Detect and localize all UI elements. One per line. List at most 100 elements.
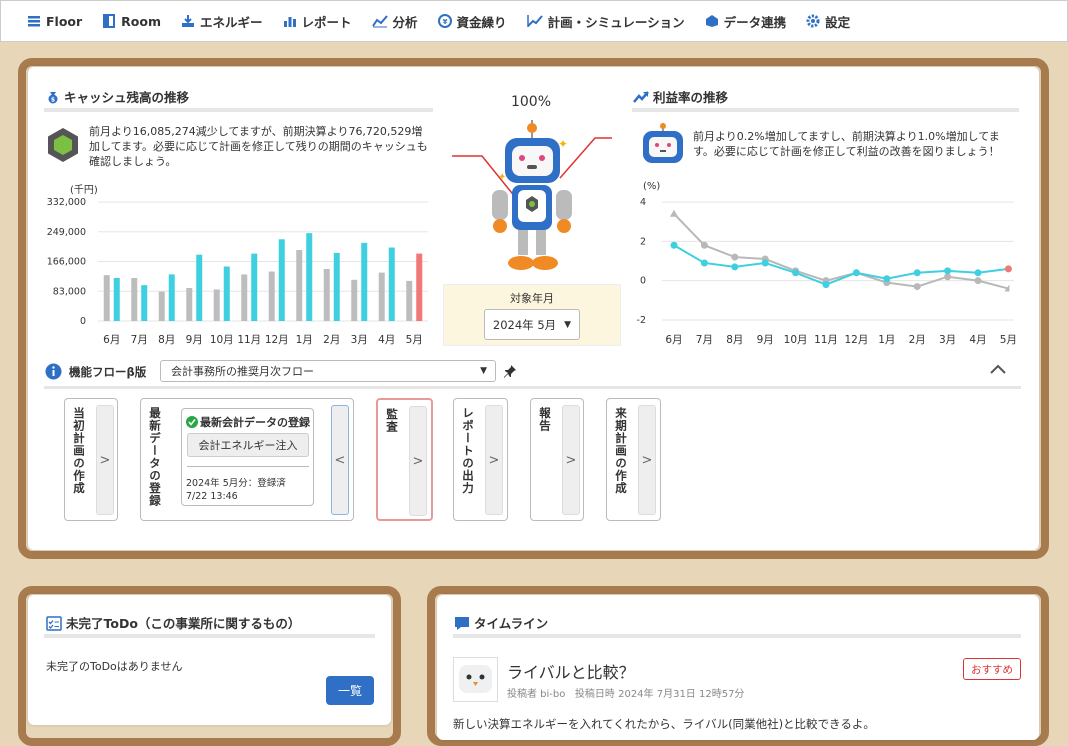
bar-prev [351,279,358,321]
step-box: 最新会計データの登録 会計エネルギー注入 2024年 5月分：登録済 7/22 … [181,408,314,506]
y-tick-label: 0 [640,276,646,287]
y-tick-label: -2 [637,315,646,326]
todo-title: 未完了ToDo（この事業所に関するもの） [66,616,301,631]
data-point [700,241,708,249]
x-tick-label: 9月 [757,334,774,346]
bar-current [306,233,313,321]
nav-label: 計画・シミュレーション [547,14,685,30]
nav-item-plan[interactable]: 計画・シミュレーション [526,12,685,31]
trend-up-icon [633,90,649,103]
profit-chart: 4 2 0 -2 6月 7月 8月 9月 10月 11月 12月 1月 2月 3月 4月 5月 [637,197,1017,346]
arrow-left-icon[interactable]: < [331,405,349,515]
cash-message: 前月より16,085,274減少してますが、前期決算より76,720,529増加… [89,125,428,168]
flow-card-next-plan[interactable]: 来期計画の作成 > [606,398,661,521]
data-point [670,241,678,249]
bar-current [361,242,368,321]
flow-card-audit[interactable]: 監査 > [376,398,433,521]
data-point [974,277,982,285]
nav-item-cashflow[interactable]: ¥ 資金繰り [437,12,507,31]
info-icon [45,363,62,380]
flow-card-report[interactable]: 報告 > [530,398,584,521]
divider [44,634,375,638]
inject-energy-button[interactable]: 会計エネルギー注入 [187,433,309,457]
data-point [731,253,739,261]
cashflow-icon: ¥ [437,14,457,28]
todo-list-button[interactable]: 一覧 [326,676,374,705]
nav-item-gear[interactable]: 設定 [806,12,850,31]
post-body: 新しい決算エネルギーを入れてくれたから、ライバル(同業他社)と比較できるよ。 [453,717,875,731]
chevron-down-icon: ▼ [564,319,572,330]
nav-item-analysis[interactable]: 分析 [371,12,418,31]
data-point [883,275,891,283]
flow-card-label: 最新データの登録 [148,407,162,507]
chevron-up-icon[interactable] [989,363,1007,375]
flow-select[interactable]: 会計事務所の推奨月次フロー ▼ [160,360,496,382]
nav-item-floor[interactable]: Floor [27,14,82,29]
divider [632,108,1019,112]
data-point [944,267,952,275]
profit-section-title: 利益率の推移 [633,87,728,106]
arrow-right-icon[interactable]: > [409,406,427,516]
nav-label: Room [121,13,161,29]
x-tick-label: 1月 [296,334,313,346]
step-status: 2024年 5月分：登録済 [186,478,286,489]
divider [187,466,309,467]
data-point [670,209,678,217]
flow-card-label: 報告 [538,407,552,432]
bar-prev [296,250,303,321]
top-nav: Floor Room エネルギー レポート 分析 ¥ 資金繰り 計画・シミュレーション データ連… [0,0,1068,42]
bar-prev [323,269,330,321]
flow-title: 機能フローβ版 [69,365,147,379]
x-tick-label: 8月 [158,334,175,346]
check-circle-icon [186,416,198,428]
cash-section-title: $ キャッシュ残高の推移 [46,87,189,106]
svg-text:¥: ¥ [442,18,447,26]
nav-label: データ連携 [723,14,787,30]
nav-label: 分析 [392,14,418,30]
period-select[interactable]: 2024年 5月 ▼ [484,309,580,340]
bar-prev [158,291,165,321]
step-title: 最新会計データの登録 [200,416,310,429]
x-tick-label: 7月 [696,334,713,346]
nav-item-report[interactable]: レポート [283,12,352,31]
bar-current [196,254,203,321]
divider [44,108,433,112]
data-point [700,259,708,267]
post-title[interactable]: ライバルと比較？ [507,659,635,683]
recommend-badge: おすすめ [963,658,1021,680]
flow-card-report-output[interactable]: レポートの出力 > [453,398,508,521]
arrow-right-icon[interactable]: > [96,405,114,515]
flow-select-value: 会計事務所の推奨月次フロー [171,365,314,378]
nav-label: Floor [46,13,83,29]
flow-card-latest-data[interactable]: 最新データの登録 最新会計データの登録 会計エネルギー注入 2024年 5月分：… [140,398,354,521]
bar-prev [241,274,248,321]
flow-card-initial-plan[interactable]: 当初計画の作成 > [64,398,118,521]
room-icon [102,14,121,28]
robot-face-icon [643,123,683,163]
todo-empty-text: 未完了のToDoはありません [46,660,183,673]
nav-item-energy[interactable]: エネルギー [181,12,263,31]
checklist-icon [46,615,62,631]
data-point [731,263,739,271]
arrow-right-icon[interactable]: > [562,405,580,515]
step-header: 最新会計データの登録 [186,414,310,430]
arrow-right-icon[interactable]: > [638,405,656,515]
nav-item-room[interactable]: Room [102,14,161,29]
bar-current [333,252,340,321]
y-tick-label: 332,000 [47,197,86,208]
y-tick-label: 2 [640,236,646,247]
nav-label: エネルギー [200,14,263,30]
bar-current [416,253,423,321]
x-tick-label: 1月 [878,334,895,346]
x-tick-label: 12月 [265,334,289,346]
pin-icon[interactable] [503,364,517,378]
y-tick-label: 166,000 [47,257,86,268]
y-tick-label: 83,000 [53,286,86,297]
arrow-right-icon[interactable]: > [485,405,503,515]
nav-item-data-link[interactable]: データ連携 [705,12,787,31]
x-tick-label: 3月 [939,334,956,346]
nav-label: 設定 [825,14,851,30]
robot-mascot-icon: ✦✦ [452,120,612,270]
bar-current [113,277,120,321]
report-icon [283,14,302,28]
